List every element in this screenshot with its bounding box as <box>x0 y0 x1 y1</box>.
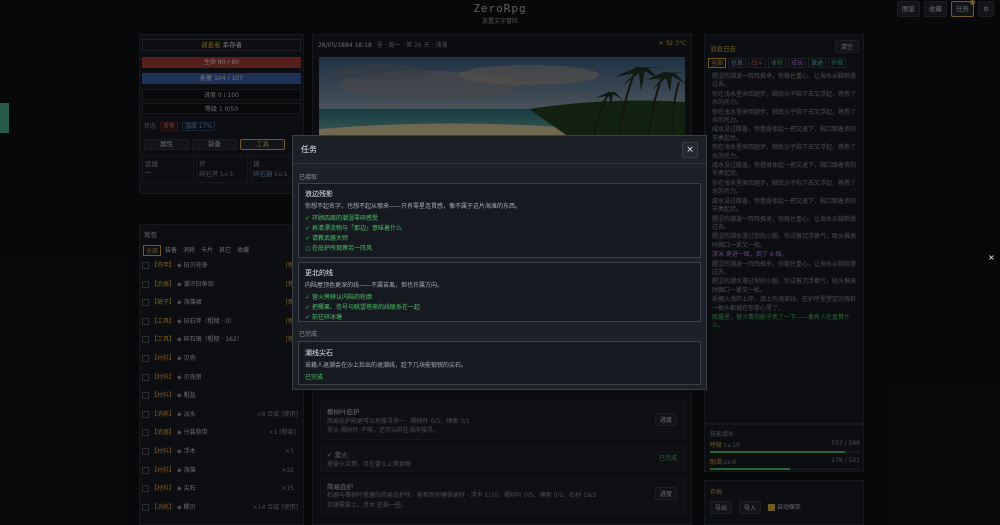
quest-title: 更北的线 <box>305 269 333 277</box>
objective-text: 弄清漂流物与「那边」意味着什么 <box>311 225 402 232</box>
quest-objective: ✓ 把椰果、信号与眺望塔来的线联系在一起 <box>305 304 420 311</box>
objective-text: 请教武器大师 <box>311 235 348 242</box>
objective-text: 在庇护所观察另一阵风 <box>312 245 373 252</box>
quest-desc: 采籍人退潮会在沙上捡出的退潮线，趁下几块能锻锐的尖石。 <box>305 362 468 369</box>
quest-complete-label: 已完成 <box>305 374 324 381</box>
quest-objective: ✓ 请教武器大师 <box>305 235 348 242</box>
quest-objective: ○ 在庇护所观察另一阵风 <box>305 245 373 252</box>
quest-card-tide-stone: 潮线尖石 采籍人退潮会在沙上捡出的退潮线，趁下几块能锻锐的尖石。 已完成 <box>298 341 701 385</box>
objective-text: 营火旁辨认内陆的轮廓 <box>311 294 372 301</box>
objective-text: 前往碎冰塘 <box>311 314 342 321</box>
quest-card-wave-shadow: 浪边残影 你想不起名字，也想不起从哪来——只有零星连贯感，像不属于这片海滩的东西… <box>298 183 701 258</box>
quest-title: 潮线尖石 <box>305 349 333 357</box>
quests-modal: 任务 × 已接取 浪边残影 你想不起名字，也想不起从哪来——只有零星连贯感，像不… <box>292 135 707 390</box>
objective-text: 把椰果、信号与眺望塔来的线联系在一起 <box>311 304 420 311</box>
quest-objective: ✓ 营火旁辨认内陆的轮廓 <box>305 294 372 301</box>
modal-header: 任务 × <box>293 136 706 164</box>
section-active-label: 已接取 <box>299 174 318 181</box>
quest-objective: ✓ 环顾四周的潮湿零碎感受 <box>305 215 378 222</box>
objective-text: 环顾四周的潮湿零碎感受 <box>311 215 378 222</box>
quest-objective: ✓ 弄清漂流物与「那边」意味着什么 <box>305 225 402 232</box>
modal-close-button[interactable]: × <box>682 142 698 158</box>
backdrop-close-icon[interactable]: × <box>988 253 995 262</box>
quest-desc: 内陆屋顶色更深的线——不属苦离，但也许属方向。 <box>305 282 444 289</box>
quest-card-north-line: 更北的线 内陆屋顶色更深的线——不属苦离，但也许属方向。 ✓ 营火旁辨认内陆的轮… <box>298 262 701 322</box>
quest-desc: 你想不起名字，也想不起从哪来——只有零星连贯感，像不属于这片海滩的东西。 <box>305 203 522 210</box>
section-done-label: 已完成 <box>299 331 318 338</box>
quest-title: 浪边残影 <box>305 190 333 198</box>
quest-objective: ✓ 前往碎冰塘 <box>305 314 342 321</box>
modal-title: 任务 <box>301 145 317 154</box>
